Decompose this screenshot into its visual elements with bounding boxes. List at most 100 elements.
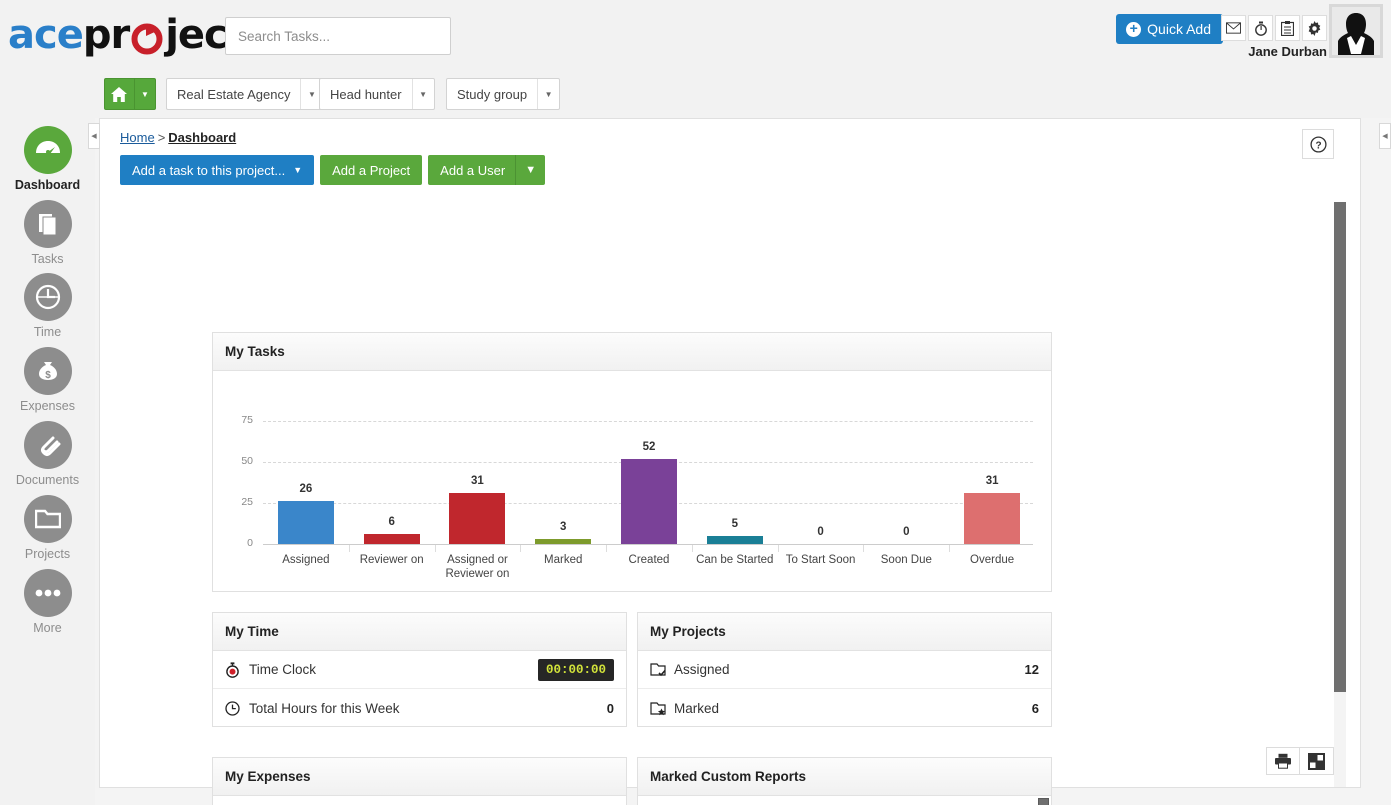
add-user-button[interactable]: Add a User ▼ (428, 155, 545, 185)
reports-scrollbar[interactable] (1038, 798, 1049, 805)
aceproject-logo[interactable]: aceprject (8, 14, 245, 56)
chart-gridline (263, 421, 1033, 422)
card-marked-custom-reports: Marked Custom Reports Q1 Time Report All… (637, 757, 1052, 805)
tab-label: Study group (447, 87, 537, 102)
breadcrumb-separator: > (158, 130, 166, 145)
chart-x-tick (520, 545, 521, 552)
logo-text-ace: ace (8, 12, 83, 58)
breadcrumb-current: Dashboard (168, 130, 236, 145)
chart-bar-value-label: 0 (789, 526, 853, 538)
row-report-q1-time[interactable]: Q1 Time Report (638, 796, 1051, 805)
tab-head-hunter[interactable]: Head hunter ▼ (319, 78, 435, 110)
sidebar-item-documents[interactable]: Documents (0, 421, 95, 487)
layout-icon[interactable] (1300, 747, 1334, 775)
folder-star-icon (650, 701, 674, 716)
row-time-clock[interactable]: Time Clock 00:00:00 (213, 651, 626, 689)
breadcrumb-home-link[interactable]: Home (120, 130, 155, 145)
sidebar-item-expenses[interactable]: $ Expenses (0, 347, 95, 413)
gear-icon[interactable] (1302, 15, 1327, 41)
card-my-tasks: My Tasks 025507526Assigned6Reviewer on31… (212, 332, 1052, 592)
chart-y-tick-label: 0 (213, 537, 253, 549)
chevron-down-icon[interactable]: ▼ (515, 155, 545, 185)
help-button[interactable]: ? (1302, 129, 1334, 159)
chart-bar-value-label: 0 (874, 526, 938, 538)
row-projects-marked[interactable]: Marked 6 (638, 689, 1051, 727)
chart-bar[interactable] (278, 501, 334, 544)
chart-x-tick (606, 545, 607, 552)
mail-icon[interactable] (1221, 15, 1246, 41)
chart-y-tick-label: 75 (213, 414, 253, 426)
chart-bar-value-label: 26 (274, 483, 338, 495)
reports-scrollbar-thumb[interactable] (1038, 798, 1049, 805)
row-expenses-in-progress[interactable]: In Progress 2 (213, 796, 626, 805)
tab-real-estate-agency[interactable]: Real Estate Agency ▼ (166, 78, 323, 110)
card-title: My Expenses (213, 758, 626, 796)
sidebar-item-label: Tasks (0, 252, 95, 266)
search-box[interactable] (225, 17, 451, 55)
search-input[interactable] (226, 18, 450, 54)
chart-bar[interactable] (707, 536, 763, 544)
tab-study-group[interactable]: Study group ▼ (446, 78, 560, 110)
add-task-button[interactable]: Add a task to this project... ▼ (120, 155, 314, 185)
row-value: 12 (1025, 662, 1039, 677)
chart-bar[interactable] (535, 539, 591, 544)
chart-y-tick-label: 25 (213, 496, 253, 508)
notes-icon[interactable] (1275, 15, 1300, 41)
chart-bar-value-label: 31 (445, 475, 509, 487)
tasks-icon (24, 200, 72, 248)
bottom-toolbar (1266, 747, 1334, 775)
row-label: Time Clock (249, 662, 538, 677)
chart-bar[interactable] (449, 493, 505, 544)
collapse-right-panel-button[interactable]: ◀ (1379, 123, 1391, 149)
sidebar-item-more[interactable]: More (0, 569, 95, 635)
chart-x-tick-label: Marked (524, 553, 602, 567)
card-title: My Time (213, 613, 626, 651)
chart-bar[interactable] (964, 493, 1020, 544)
chevron-down-icon: ▼ (293, 165, 302, 175)
dashboard-icon (24, 126, 72, 174)
app-page: aceprject + Quick Add Jane Durban (0, 0, 1391, 805)
header-icon-buttons (1219, 15, 1327, 41)
card-my-projects: My Projects Assigned 12 Marked 6 (637, 612, 1052, 727)
chart-bar[interactable] (364, 534, 420, 544)
add-task-label: Add a task to this project... (132, 163, 285, 178)
chart-y-tick-label: 50 (213, 455, 253, 467)
sidebar-item-dashboard[interactable]: Dashboard (0, 126, 95, 192)
sidebar-item-label: Expenses (0, 399, 95, 413)
sidebar-item-time[interactable]: Time (0, 273, 95, 339)
chart-x-tick-label: Overdue (953, 553, 1031, 567)
chevron-down-icon[interactable]: ▼ (537, 79, 559, 109)
user-name: Jane Durban (1248, 44, 1327, 59)
more-icon (24, 569, 72, 617)
tab-label: Head hunter (320, 87, 412, 102)
chevron-down-icon[interactable]: ▼ (412, 79, 434, 109)
row-total-hours[interactable]: Total Hours for this Week 0 (213, 689, 626, 727)
timer-icon[interactable] (1248, 15, 1273, 41)
avatar[interactable] (1329, 4, 1383, 58)
sidebar-item-tasks[interactable]: Tasks (0, 200, 95, 266)
card-title: Marked Custom Reports (638, 758, 1051, 796)
print-icon[interactable] (1266, 747, 1300, 775)
card-my-expenses: My Expenses In Progress 2 Submitted 0 (212, 757, 627, 805)
logo-text-pr: pr (83, 12, 129, 58)
main-scrollbar[interactable] (1334, 202, 1346, 787)
project-tab-row: ▼ Real Estate Agency ▼ Head hunter ▼ Stu… (0, 71, 1391, 118)
row-projects-assigned[interactable]: Assigned 12 (638, 651, 1051, 689)
stopwatch-icon (225, 662, 249, 678)
chart-bar[interactable] (621, 459, 677, 544)
chart-x-tick-label: Reviewer on (353, 553, 431, 567)
content-panel: Home>Dashboard ? Add a task to this proj… (99, 118, 1361, 788)
main-scrollbar-thumb[interactable] (1334, 202, 1346, 692)
tab-home[interactable]: ▼ (104, 78, 156, 110)
chart-x-tick-label: Created (610, 553, 688, 567)
sidebar-item-projects[interactable]: Projects (0, 495, 95, 561)
chart-bar-value-label: 3 (531, 521, 595, 533)
collapse-sidebar-button[interactable]: ◀ (88, 123, 100, 149)
documents-icon (24, 421, 72, 469)
projects-icon (24, 495, 72, 543)
breadcrumb: Home>Dashboard (120, 130, 236, 145)
chevron-down-icon[interactable]: ▼ (134, 79, 155, 109)
add-project-button[interactable]: Add a Project (320, 155, 422, 185)
top-bar: aceprject + Quick Add Jane Durban (0, 0, 1391, 71)
quick-add-button[interactable]: + Quick Add (1116, 14, 1223, 44)
